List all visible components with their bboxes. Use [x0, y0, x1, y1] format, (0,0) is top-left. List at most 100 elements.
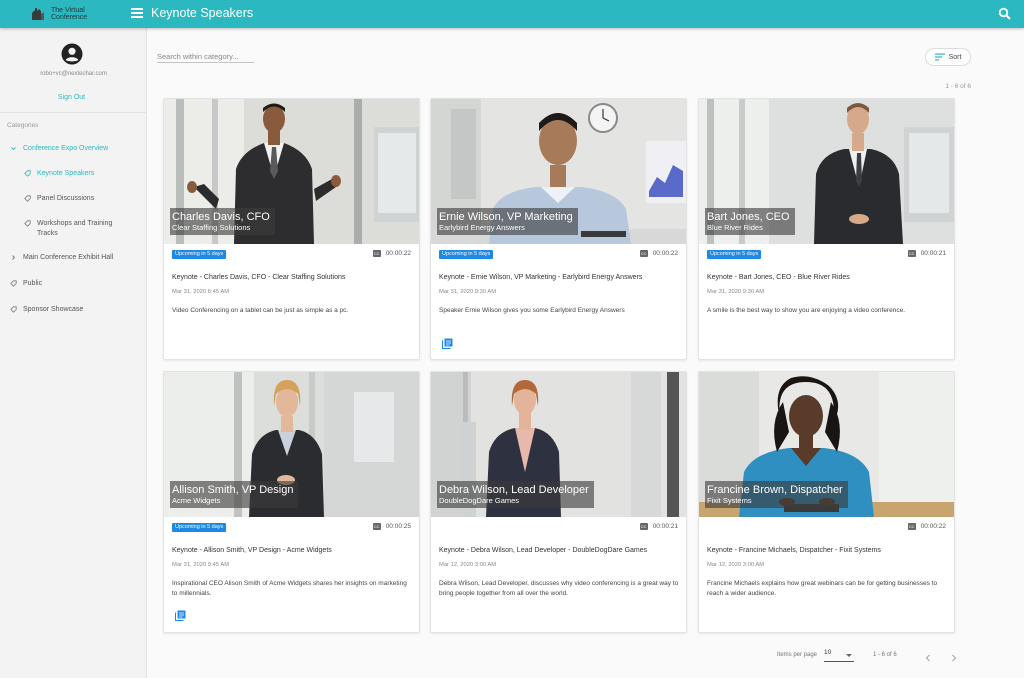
video-card[interactable]: Debra Wilson, Lead Developer DoubleDogDa… — [430, 371, 687, 633]
sidebar-item-label: Keynote Speakers — [37, 170, 95, 177]
card-title[interactable]: Keynote - Bart Jones, CEO - Blue River R… — [707, 274, 850, 281]
status-badge: Upcoming in 5 days — [172, 523, 227, 532]
sort-button[interactable]: Sort — [925, 48, 971, 66]
next-page-icon[interactable] — [950, 654, 958, 662]
video-caption: Allison Smith, VP Design Acme Widgets — [170, 481, 299, 508]
sidebar-item-conference-expo-overview[interactable]: Conference Expo Overview — [10, 144, 108, 154]
video-card[interactable]: Bart Jones, CEO Blue River Rides Upcomin… — [698, 98, 955, 360]
video-thumbnail[interactable]: Charles Davis, CFO Clear Staffing Soluti… — [164, 99, 419, 244]
video-thumbnail[interactable]: Francine Brown, Dispatcher Fixit Systems — [699, 372, 954, 517]
closed-captions-icon: CC — [372, 250, 381, 257]
top-app-bar: The Virtual Conference Keynote Speakers — [0, 0, 1024, 28]
duration: CC 00:00:22 — [372, 250, 411, 257]
closed-captions-icon: CC — [907, 250, 916, 257]
result-count: 1 - 6 of 6 — [945, 83, 971, 90]
sidebar-item-keynote-speakers[interactable]: Keynote Speakers — [24, 169, 94, 179]
caret-down-icon — [846, 654, 852, 657]
sidebar-item-workshops-and-training-tracks[interactable]: Workshops and Training Tracks — [24, 219, 132, 239]
video-caption: Charles Davis, CFO Clear Staffing Soluti… — [170, 208, 275, 235]
documents-icon[interactable] — [442, 338, 453, 349]
page-title: Keynote Speakers — [151, 6, 254, 20]
video-caption: Bart Jones, CEO Blue River Rides — [705, 208, 795, 235]
items-per-page-value: 10 — [824, 649, 832, 656]
conference-logo[interactable]: The Virtual Conference — [30, 3, 126, 25]
card-title[interactable]: Keynote - Charles Davis, CFO - Clear Sta… — [172, 274, 345, 281]
card-date: Mar 12, 2020 3:00 AM — [707, 562, 765, 568]
categories-label: Categories — [7, 122, 39, 129]
duration-value: 00:00:22 — [920, 523, 946, 530]
card-title[interactable]: Keynote - Debra Wilson, Lead Developer -… — [439, 547, 647, 554]
closed-captions-icon: CC — [639, 523, 648, 530]
video-thumbnail[interactable]: Debra Wilson, Lead Developer DoubleDogDa… — [431, 372, 686, 517]
speaker-company: DoubleDogDare Games — [439, 496, 520, 505]
video-card[interactable]: Francine Brown, Dispatcher Fixit Systems… — [698, 371, 955, 633]
sidebar-item-label: Panel Discussions — [37, 195, 95, 202]
video-thumbnail[interactable]: Allison Smith, VP Design Acme Widgets — [164, 372, 419, 517]
sidebar-item-public[interactable]: Public — [10, 279, 42, 289]
card-title[interactable]: Keynote - Allison Smith, VP Design - Acm… — [172, 547, 332, 554]
closed-captions-icon: CC — [372, 523, 381, 530]
chevron-down-icon — [11, 146, 16, 150]
duration: CC 00:00:22 — [907, 523, 946, 530]
tag-icon — [24, 169, 31, 177]
speaker-name: Ernie Wilson, VP Marketing — [439, 211, 573, 223]
logo-line-1: The Virtual — [51, 6, 85, 14]
duration-value: 00:00:22 — [652, 250, 678, 257]
divider — [0, 112, 147, 113]
logo-line-2: Conference — [51, 14, 88, 21]
speaker-name: Bart Jones, CEO — [707, 211, 790, 223]
search-icon[interactable] — [998, 7, 1012, 21]
video-card[interactable]: Ernie Wilson, VP Marketing Earlybird Ene… — [430, 98, 687, 360]
video-card[interactable]: Allison Smith, VP Design Acme Widgets Up… — [163, 371, 420, 633]
video-thumbnail[interactable]: Bart Jones, CEO Blue River Rides — [699, 99, 954, 244]
card-description: Inspirational CEO Alison Smith of Acme W… — [172, 580, 407, 597]
card-title[interactable]: Keynote - Francine Michaels, Dispatcher … — [707, 547, 881, 554]
video-thumbnail[interactable]: Ernie Wilson, VP Marketing Earlybird Ene… — [431, 99, 686, 244]
sign-out-link[interactable]: Sign Out — [0, 94, 143, 101]
speaker-name: Charles Davis, CFO — [172, 211, 270, 223]
duration-value: 00:00:21 — [652, 523, 678, 530]
speaker-company: Earlybird Energy Answers — [439, 223, 525, 232]
card-description: Francine Michaels explains how great web… — [707, 580, 938, 597]
card-description: Speaker Ernie Wilson gives you some Earl… — [439, 307, 625, 314]
card-date: Mar 31, 2020 9:30 AM — [707, 289, 765, 295]
tag-icon — [24, 194, 31, 202]
search-field[interactable] — [157, 46, 254, 63]
video-caption: Debra Wilson, Lead Developer DoubleDogDa… — [437, 481, 594, 508]
sidebar-item-main-conference-exhibit-hall[interactable]: Main Conference Exhibit Hall — [10, 253, 113, 263]
card-date: Mar 31, 2020 9:30 AM — [439, 289, 497, 295]
speaker-name: Francine Brown, Dispatcher — [707, 484, 843, 496]
card-title[interactable]: Keynote - Ernie Wilson, VP Marketing - E… — [439, 274, 642, 281]
user-email: robo+vc@nextechar.com — [40, 71, 107, 77]
card-description: Video Conferencing on a tablet can be ju… — [172, 307, 349, 314]
sidebar-item-sponsor-showcase[interactable]: Sponsor Showcase — [10, 305, 83, 315]
documents-icon[interactable] — [175, 610, 186, 621]
sort-icon — [934, 53, 945, 61]
sidebar-item-panel-discussions[interactable]: Panel Discussions — [24, 194, 94, 204]
sidebar-item-label: Conference Expo Overview — [23, 145, 109, 152]
status-badge: Upcoming in 5 days — [172, 250, 227, 259]
items-per-page-select[interactable]: 10 — [824, 649, 854, 662]
speaker-company: Acme Widgets — [172, 496, 221, 505]
duration: CC 00:00:22 — [639, 250, 678, 257]
duration: CC 00:00:21 — [639, 523, 678, 530]
card-description: Debra Wilson, Lead Developer, discusses … — [439, 580, 679, 597]
video-caption: Francine Brown, Dispatcher Fixit Systems — [705, 481, 848, 508]
speaker-company: Fixit Systems — [707, 496, 752, 505]
speaker-company: Blue River Rides — [707, 223, 763, 232]
duration-value: 00:00:25 — [385, 523, 411, 530]
menu-icon[interactable] — [131, 8, 143, 20]
sidebar-item-label: Public — [23, 280, 43, 287]
sidebar: robo+vc@nextechar.com Sign Out Categorie… — [0, 28, 147, 678]
account-circle-icon[interactable] — [61, 43, 83, 65]
logo-icon — [32, 8, 44, 20]
previous-page-icon[interactable] — [924, 654, 932, 662]
search-input[interactable] — [157, 50, 254, 61]
card-date: Mar 31, 2020 9:45 AM — [172, 562, 230, 568]
pagination-range: 1 - 6 of 6 — [873, 652, 897, 658]
status-badge: Upcoming in 5 days — [439, 250, 494, 259]
card-date: Mar 31, 2020 6:45 AM — [172, 289, 230, 295]
video-caption: Ernie Wilson, VP Marketing Earlybird Ene… — [437, 208, 578, 235]
card-description: A smile is the best way to show you are … — [707, 307, 905, 314]
video-card[interactable]: Charles Davis, CFO Clear Staffing Soluti… — [163, 98, 420, 360]
